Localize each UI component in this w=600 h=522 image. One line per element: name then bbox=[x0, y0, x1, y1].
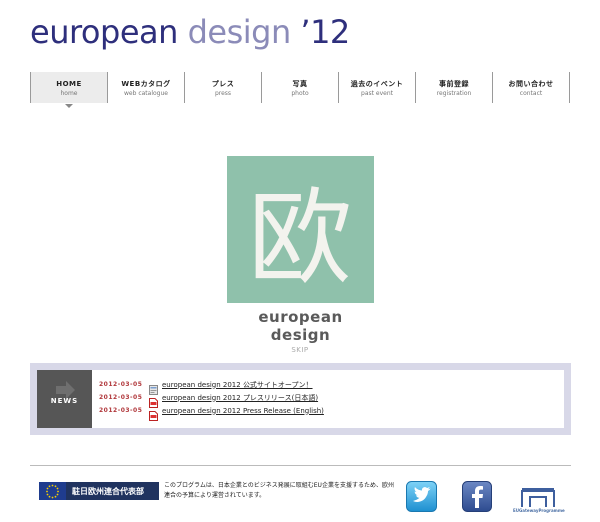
nav-label: 過去のイベント bbox=[350, 80, 404, 88]
news-item: 2012-03-05 european design 2012 プレスリリース(… bbox=[99, 391, 324, 408]
nav-sublabel: past event bbox=[361, 90, 393, 97]
nav-label: HOME bbox=[56, 80, 82, 88]
logo-word-year: ’12 bbox=[290, 13, 350, 51]
news-item: 2012-03-05 european design 2012 公式サイトオープ… bbox=[99, 378, 324, 395]
news-link[interactable]: european design 2012 プレスリリース(日本語) bbox=[162, 393, 318, 403]
active-indicator-icon bbox=[65, 104, 73, 108]
nav-item-press[interactable]: プレス press bbox=[184, 72, 261, 103]
logo-word-design: design bbox=[177, 13, 292, 51]
news-label: NEWS bbox=[50, 397, 79, 405]
news-date: 2012-03-05 bbox=[99, 394, 143, 401]
pdf-icon bbox=[149, 393, 158, 408]
eu-delegation-label: 駐日欧州連合代表部 bbox=[72, 486, 144, 496]
news-link[interactable]: european design 2012 公式サイトオープン！ bbox=[162, 380, 313, 390]
emblem-kanji: 欧 bbox=[248, 177, 352, 299]
logo-word-european: european bbox=[30, 13, 178, 51]
nav-sublabel: press bbox=[214, 90, 232, 97]
nav-sublabel: registration bbox=[436, 90, 472, 97]
web-page-icon bbox=[149, 380, 158, 395]
news-header: NEWS bbox=[37, 370, 92, 428]
nav-item-past-event[interactable]: 過去のイベント past event bbox=[338, 72, 415, 103]
european-design-emblem[interactable]: 欧 bbox=[227, 156, 374, 303]
nav-label: WEBカタログ bbox=[121, 80, 171, 88]
news-panel: NEWS 2012-03-05 european design 2012 公式サ… bbox=[37, 370, 564, 428]
eu-gateway-label: EUGatewayProgramme bbox=[513, 508, 565, 513]
nav-label: 事前登録 bbox=[439, 80, 469, 88]
facebook-icon bbox=[462, 481, 492, 512]
nav-label: プレス bbox=[211, 80, 235, 88]
twitter-icon bbox=[406, 481, 437, 512]
gateway-arch-icon bbox=[521, 488, 555, 507]
footer-divider bbox=[30, 465, 571, 466]
eu-delegation-badge[interactable]: 駐日欧州連合代表部 bbox=[39, 482, 159, 500]
news-section: NEWS 2012-03-05 european design 2012 公式サ… bbox=[30, 363, 571, 435]
facebook-button[interactable] bbox=[462, 481, 492, 512]
news-list: 2012-03-05 european design 2012 公式サイトオープ… bbox=[99, 378, 324, 421]
nav-item-registration[interactable]: 事前登録 registration bbox=[415, 72, 492, 103]
nav-label: 写真 bbox=[292, 80, 308, 88]
nav-item-photo[interactable]: 写真 photo bbox=[261, 72, 338, 103]
nav-item-home[interactable]: HOME home bbox=[30, 72, 107, 108]
eu-flag-icon bbox=[39, 482, 66, 500]
eu-gateway-programme-logo[interactable]: EUGatewayProgramme bbox=[513, 487, 565, 515]
nav-sublabel: contact bbox=[519, 90, 543, 97]
footer-description: このプログラムは、日本企業とのビジネス発展に取組むEU企業を支援するため、欧州連… bbox=[164, 482, 394, 499]
main-navigation: HOME home WEBカタログ web catalogue プレス pres… bbox=[30, 72, 576, 108]
kanji-emblem-graphic: 欧 bbox=[227, 156, 374, 303]
pdf-icon bbox=[149, 406, 158, 421]
nav-sublabel: photo bbox=[291, 90, 309, 97]
nav-label: お問い合わせ bbox=[508, 80, 554, 88]
emblem-caption: european design bbox=[258, 308, 343, 344]
twitter-button[interactable] bbox=[406, 481, 437, 512]
skip-link[interactable]: SKIP bbox=[0, 346, 600, 354]
nav-item-web-catalogue[interactable]: WEBカタログ web catalogue bbox=[107, 72, 184, 103]
nav-item-contact[interactable]: お問い合わせ contact bbox=[492, 72, 570, 103]
site-logo[interactable]: european design ’12 bbox=[30, 12, 350, 52]
nav-sublabel: web catalogue bbox=[124, 90, 168, 97]
news-date: 2012-03-05 bbox=[99, 381, 143, 388]
news-date: 2012-03-05 bbox=[99, 407, 143, 414]
nav-sublabel: home bbox=[60, 90, 78, 97]
news-link[interactable]: european design 2012 Press Release (Engl… bbox=[162, 407, 324, 415]
news-item: 2012-03-05 european design 2012 Press Re… bbox=[99, 404, 324, 421]
